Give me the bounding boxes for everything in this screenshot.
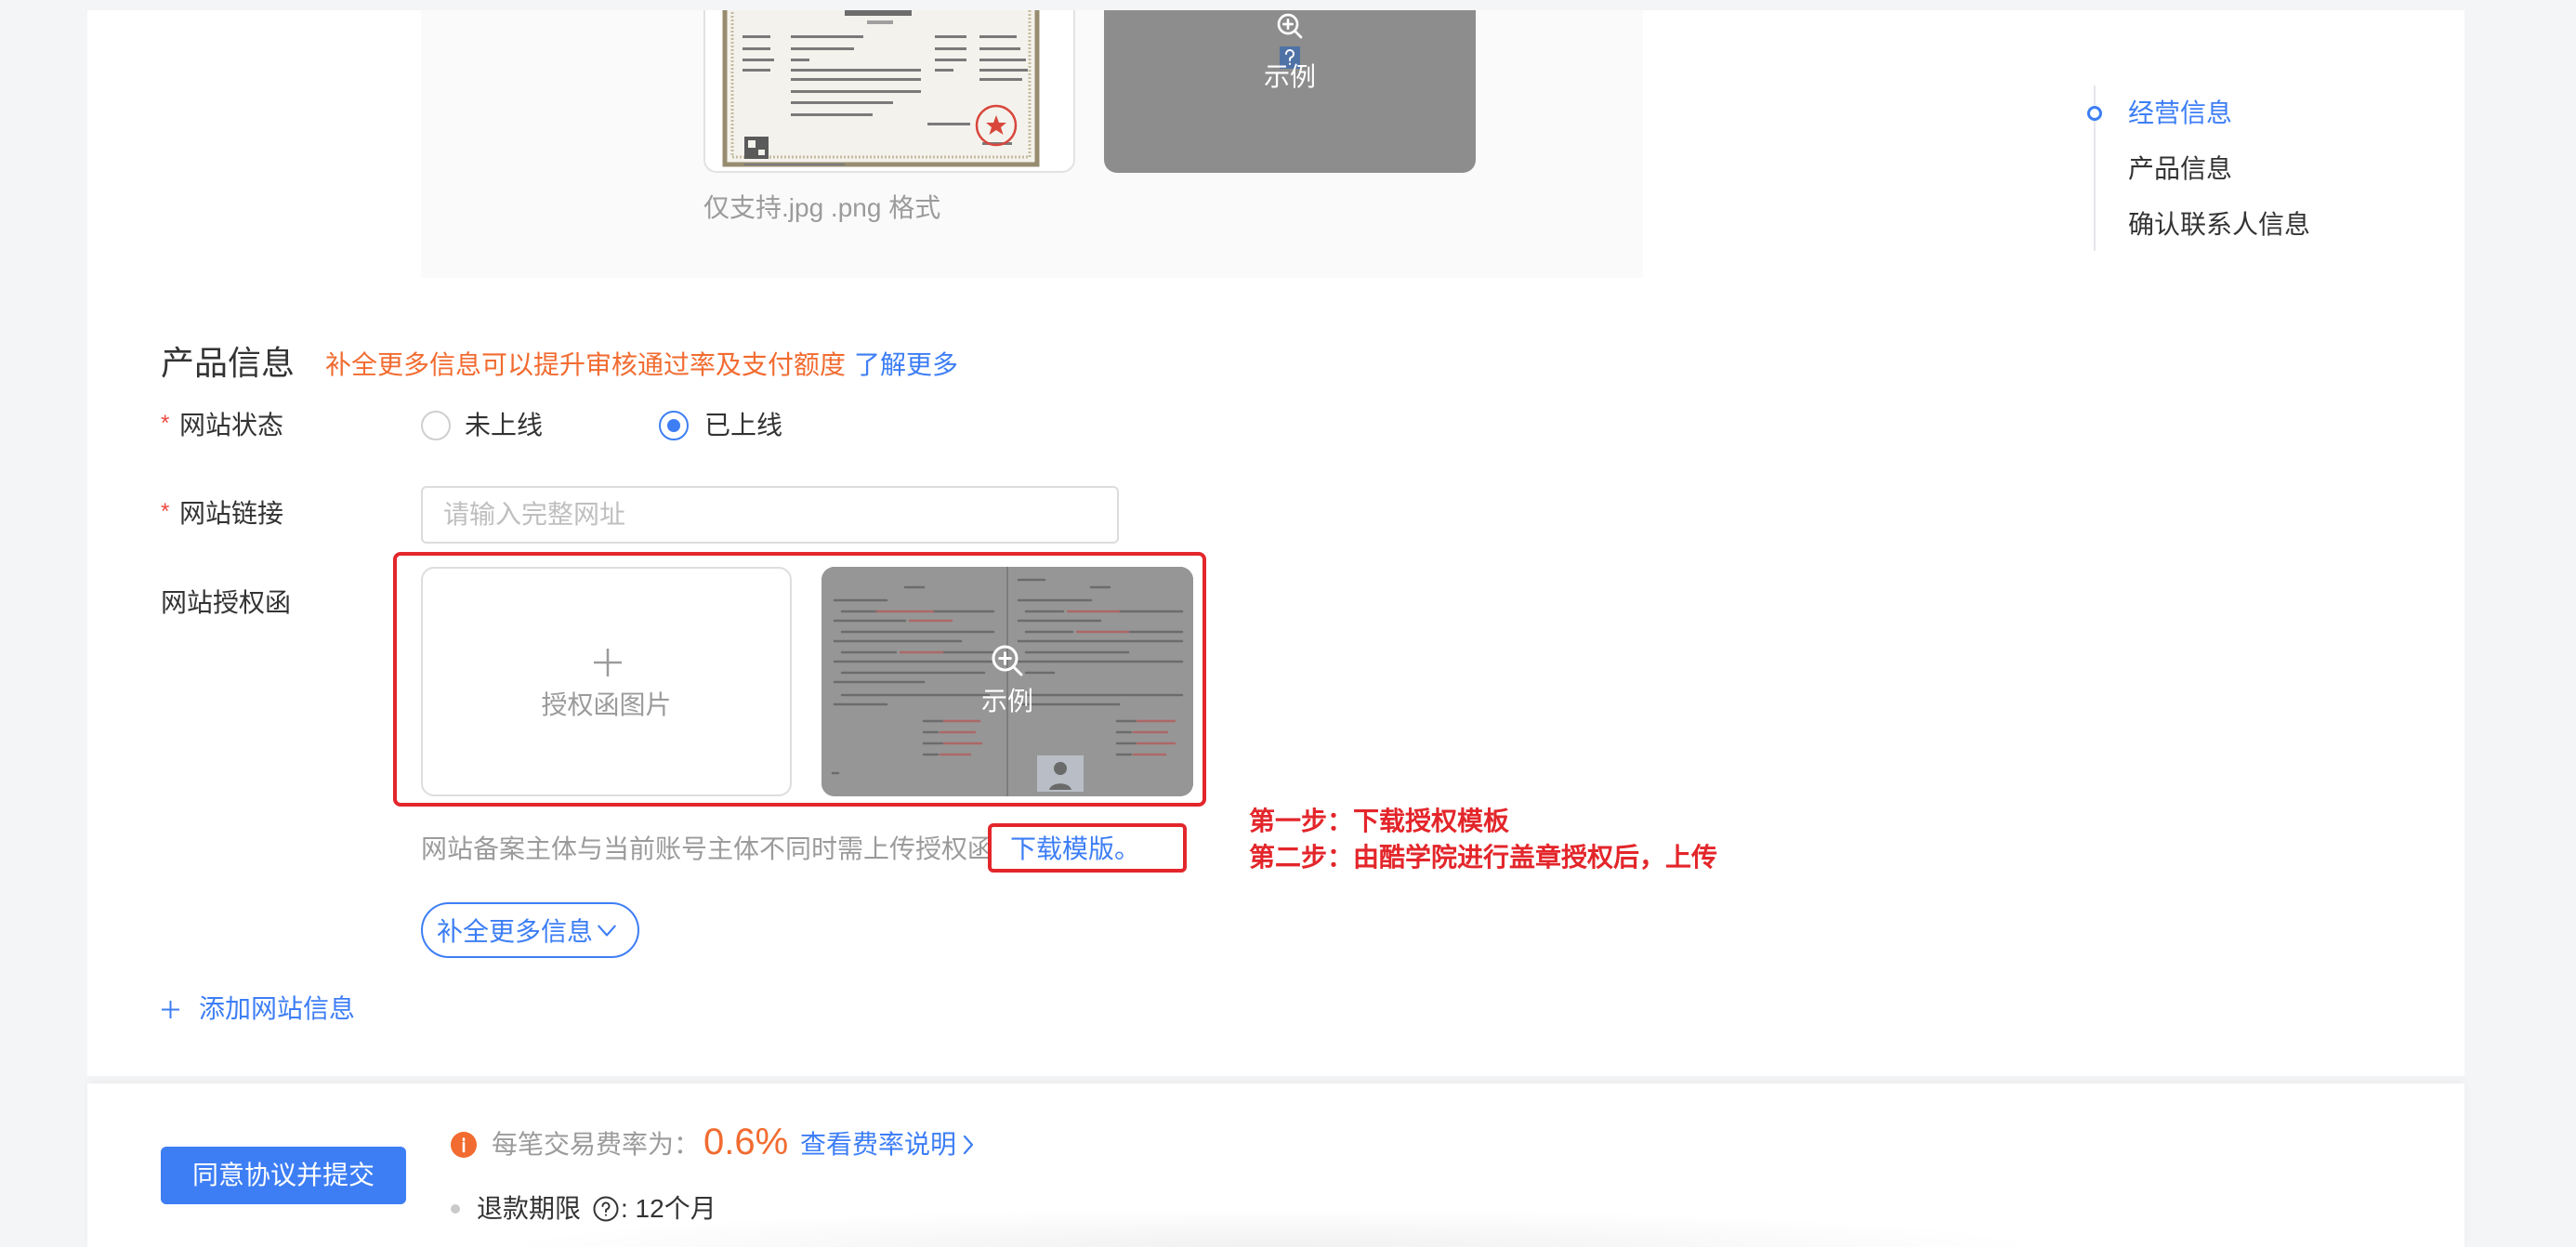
add-website-link[interactable]: 添加网站信息 <box>199 991 355 1028</box>
radio-offline-label[interactable]: 未上线 <box>465 407 543 444</box>
radio-online-label[interactable]: 已上线 <box>704 407 782 444</box>
fee-link-label: 查看费率说明 <box>800 1130 957 1159</box>
more-info-label: 补全更多信息 <box>437 917 594 946</box>
plus-icon[interactable] <box>161 1000 180 1019</box>
fee-label: 每笔交易费率为： <box>492 1130 701 1159</box>
business-license-thumbnail[interactable] <box>703 10 1075 173</box>
website-status-label: 网站状态 <box>179 411 284 440</box>
section-hint: 补全更多信息可以提升审核通过率及支付额度 <box>325 350 847 379</box>
required-mark: * <box>161 499 170 524</box>
agree-submit-button[interactable]: 同意协议并提交 <box>161 1147 406 1204</box>
auth-letter-label: 网站授权函 <box>161 588 292 617</box>
chevron-down-icon <box>598 925 616 937</box>
example-label: 示例 <box>1263 62 1316 91</box>
zoom-in-icon[interactable] <box>1275 11 1305 41</box>
fee-explanation-link[interactable]: 查看费率说明 <box>800 1126 975 1163</box>
bullet-dot <box>451 1204 460 1214</box>
format-hint: 仅支持.jpg .png 格式 <box>703 193 941 222</box>
info-icon <box>451 1132 477 1158</box>
bottom-shadow <box>483 1208 2063 1247</box>
annotation-step-2: 第二步：由酷学院进行盖章授权后，上传 <box>1249 843 1718 872</box>
learn-more-link[interactable]: 了解更多 <box>854 347 958 384</box>
website-link-label: 网站链接 <box>179 499 284 528</box>
nav-item-business-info[interactable]: 经营信息 <box>2128 95 2232 132</box>
chevron-right-icon <box>963 1135 974 1155</box>
license-example-thumbnail[interactable]: 示例 <box>1104 10 1476 173</box>
auth-letter-hint: 网站备案主体与当前账号主体不同时需上传授权函 <box>421 834 994 863</box>
annotation-highlight-upload <box>393 552 1206 807</box>
annotation-step-1: 第一步：下载授权模板 <box>1249 807 1510 835</box>
business-license-image <box>722 10 1040 167</box>
radio-offline[interactable] <box>421 411 451 440</box>
website-url-input[interactable] <box>421 486 1119 544</box>
more-info-button[interactable]: 补全更多信息 <box>421 902 639 958</box>
section-title: 产品信息 <box>161 344 296 382</box>
step-nav-active-dot <box>2087 106 2102 121</box>
radio-online[interactable] <box>659 411 689 440</box>
annotation-highlight-download <box>988 823 1187 873</box>
fee-value: 0.6% <box>703 1122 789 1162</box>
required-mark: * <box>161 411 170 436</box>
nav-item-contact-info[interactable]: 确认联系人信息 <box>2128 206 2310 243</box>
nav-item-product-info[interactable]: 产品信息 <box>2128 151 2232 188</box>
